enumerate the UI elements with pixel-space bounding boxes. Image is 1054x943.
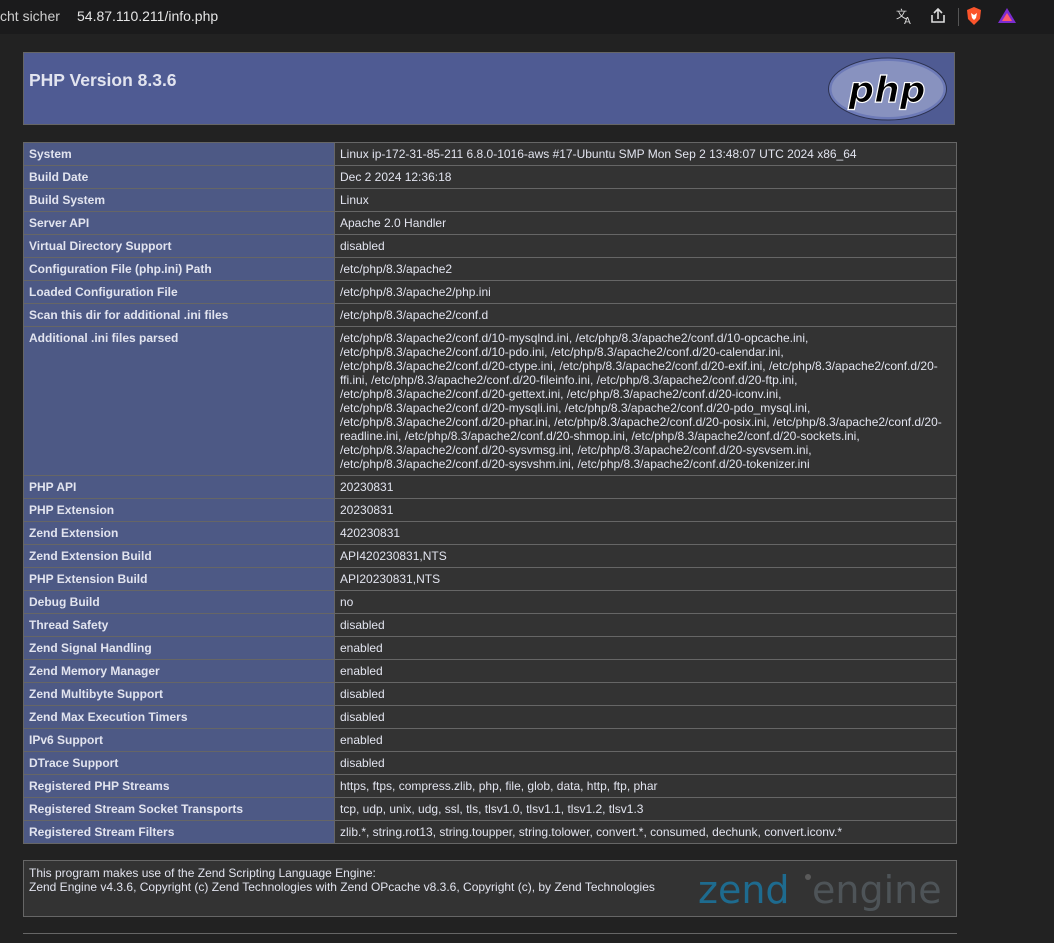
row-value: /etc/php/8.3/apache2/conf.d/10-mysqlnd.i…: [334, 326, 957, 476]
table-row: PHP Extension 20230831: [23, 498, 957, 522]
row-value: no: [334, 590, 957, 614]
zend-notice-line: This program makes use of the Zend Scrip…: [29, 866, 376, 880]
table-row: DTrace Support disabled: [23, 751, 957, 775]
table-row: Thread Safety disabled: [23, 613, 957, 637]
table-row: Registered Stream Filters zlib.*, string.…: [23, 820, 957, 844]
php-logo[interactable]: php: [827, 57, 948, 121]
row-key: Registered PHP Streams: [23, 774, 335, 798]
table-row: Virtual Directory Support disabled: [23, 234, 957, 258]
table-row: Configuration File (php.ini) Path/etc/ph…: [23, 257, 957, 281]
row-key: DTrace Support: [23, 751, 335, 775]
row-value: 20230831: [334, 498, 957, 522]
row-value: enabled: [334, 728, 957, 752]
toolbar-separator: [958, 8, 959, 26]
row-value: disabled: [334, 613, 957, 637]
share-icon[interactable]: [928, 6, 948, 26]
table-row: Zend Signal Handling enabled: [23, 636, 957, 660]
table-row: IPv6 Support enabled: [23, 728, 957, 752]
row-key: System: [23, 142, 335, 166]
table-row: Zend Extension Build API420230831,NTS: [23, 544, 957, 568]
row-value: /etc/php/8.3/apache2/php.ini: [334, 280, 957, 304]
row-value: zlib.*, string.rot13, string.toupper, st…: [334, 820, 957, 844]
table-row: Debug Build no: [23, 590, 957, 614]
row-value: /etc/php/8.3/apache2/conf.d: [334, 303, 957, 327]
row-key: Zend Max Execution Timers: [23, 705, 335, 729]
row-key: Scan this dir for additional .ini files: [23, 303, 335, 327]
table-row: Zend Multibyte Support disabled: [23, 682, 957, 706]
row-key: Zend Signal Handling: [23, 636, 335, 660]
row-key: Registered Stream Socket Transports: [23, 797, 335, 821]
zend-copyright-line: Zend Engine v4.3.6, Copyright (c) Zend T…: [29, 880, 655, 894]
row-value: https, ftps, compress.zlib, php, file, g…: [334, 774, 957, 798]
row-value: Apache 2.0 Handler: [334, 211, 957, 235]
table-row: Build System Linux: [23, 188, 957, 212]
row-key: IPv6 Support: [23, 728, 335, 752]
page-title: PHP Version 8.3.6: [29, 70, 177, 90]
svg-text:zend: zend: [698, 868, 790, 911]
row-key: Server API: [23, 211, 335, 235]
row-key: PHP Extension Build: [23, 567, 335, 591]
zend-footer: This program makes use of the Zend Scrip…: [23, 860, 957, 917]
table-row: Registered Stream Socket Transports tcp, …: [23, 797, 957, 821]
table-row: Scan this dir for additional .ini files /…: [23, 303, 957, 327]
row-key: Zend Memory Manager: [23, 659, 335, 683]
security-indicator[interactable]: cht sicher: [0, 8, 60, 24]
row-value: API20230831,NTS: [334, 567, 957, 591]
row-key: Zend Extension: [23, 521, 335, 545]
row-key: Debug Build: [23, 590, 335, 614]
row-key: Build System: [23, 188, 335, 212]
row-key: Configuration File (php.ini) Path: [23, 257, 335, 281]
table-row: PHP Extension Build API20230831,NTS: [23, 567, 957, 591]
row-key: Thread Safety: [23, 613, 335, 637]
info-table: System Linux ip-172-31-85-211 6.8.0-1016-…: [23, 142, 957, 844]
row-value: Linux: [334, 188, 957, 212]
divider: [23, 933, 957, 934]
row-value: enabled: [334, 659, 957, 683]
table-row: Server API Apache 2.0 Handler: [23, 211, 957, 235]
row-value: enabled: [334, 636, 957, 660]
row-key: Zend Multibyte Support: [23, 682, 335, 706]
row-value: API420230831,NTS: [334, 544, 957, 568]
php-version-header: PHP Version 8.3.6 php: [23, 52, 955, 125]
svg-text:A: A: [904, 16, 911, 26]
row-value: Linux ip-172-31-85-211 6.8.0-1016-aws #1…: [334, 142, 957, 166]
row-value: /etc/php/8.3/apache2: [334, 257, 957, 281]
url-field[interactable]: 54.87.110.211/info.php: [77, 8, 218, 24]
brave-rewards-icon[interactable]: [997, 6, 1017, 26]
table-row: System Linux ip-172-31-85-211 6.8.0-1016-…: [23, 142, 957, 166]
row-key: PHP Extension: [23, 498, 335, 522]
row-value: disabled: [334, 705, 957, 729]
zend-engine-logo[interactable]: zend engine: [696, 865, 952, 911]
row-key: PHP API: [23, 475, 335, 499]
table-row: Zend Memory Manager enabled: [23, 659, 957, 683]
row-value: disabled: [334, 751, 957, 775]
row-value: disabled: [334, 234, 957, 258]
table-row: Zend Max Execution Timers disabled: [23, 705, 957, 729]
row-value: Dec 2 2024 12:36:18: [334, 165, 957, 189]
brave-shield-icon[interactable]: [964, 6, 984, 26]
table-row: Registered PHP Streams https, ftps, compr…: [23, 774, 957, 798]
row-key: Zend Extension Build: [23, 544, 335, 568]
browser-address-bar: cht sicher 54.87.110.211/info.php 文 A: [0, 0, 1054, 34]
row-key: Virtual Directory Support: [23, 234, 335, 258]
svg-text:engine: engine: [812, 868, 942, 911]
svg-text:php: php: [847, 70, 925, 111]
row-value: 20230831: [334, 475, 957, 499]
table-row: PHP API 20230831: [23, 475, 957, 499]
row-key: Additional .ini files parsed: [23, 326, 335, 476]
table-row: Loaded Configuration File/etc/php/8.3/ap…: [23, 280, 957, 304]
row-key: Registered Stream Filters: [23, 820, 335, 844]
table-row: Additional .ini files parsed/etc/php/8.3…: [23, 326, 957, 476]
row-value: tcp, udp, unix, udg, ssl, tls, tlsv1.0, …: [334, 797, 957, 821]
row-key: Build Date: [23, 165, 335, 189]
scrollbar-track[interactable]: [1038, 34, 1054, 943]
page-content: PHP Version 8.3.6 php System Linux ip-172…: [0, 34, 1038, 943]
row-key: Loaded Configuration File: [23, 280, 335, 304]
translate-icon[interactable]: 文 A: [895, 6, 915, 26]
row-value: 420230831: [334, 521, 957, 545]
table-row: Build Date Dec 2 2024 12:36:18: [23, 165, 957, 189]
table-row: Zend Extension 420230831: [23, 521, 957, 545]
row-value: disabled: [334, 682, 957, 706]
